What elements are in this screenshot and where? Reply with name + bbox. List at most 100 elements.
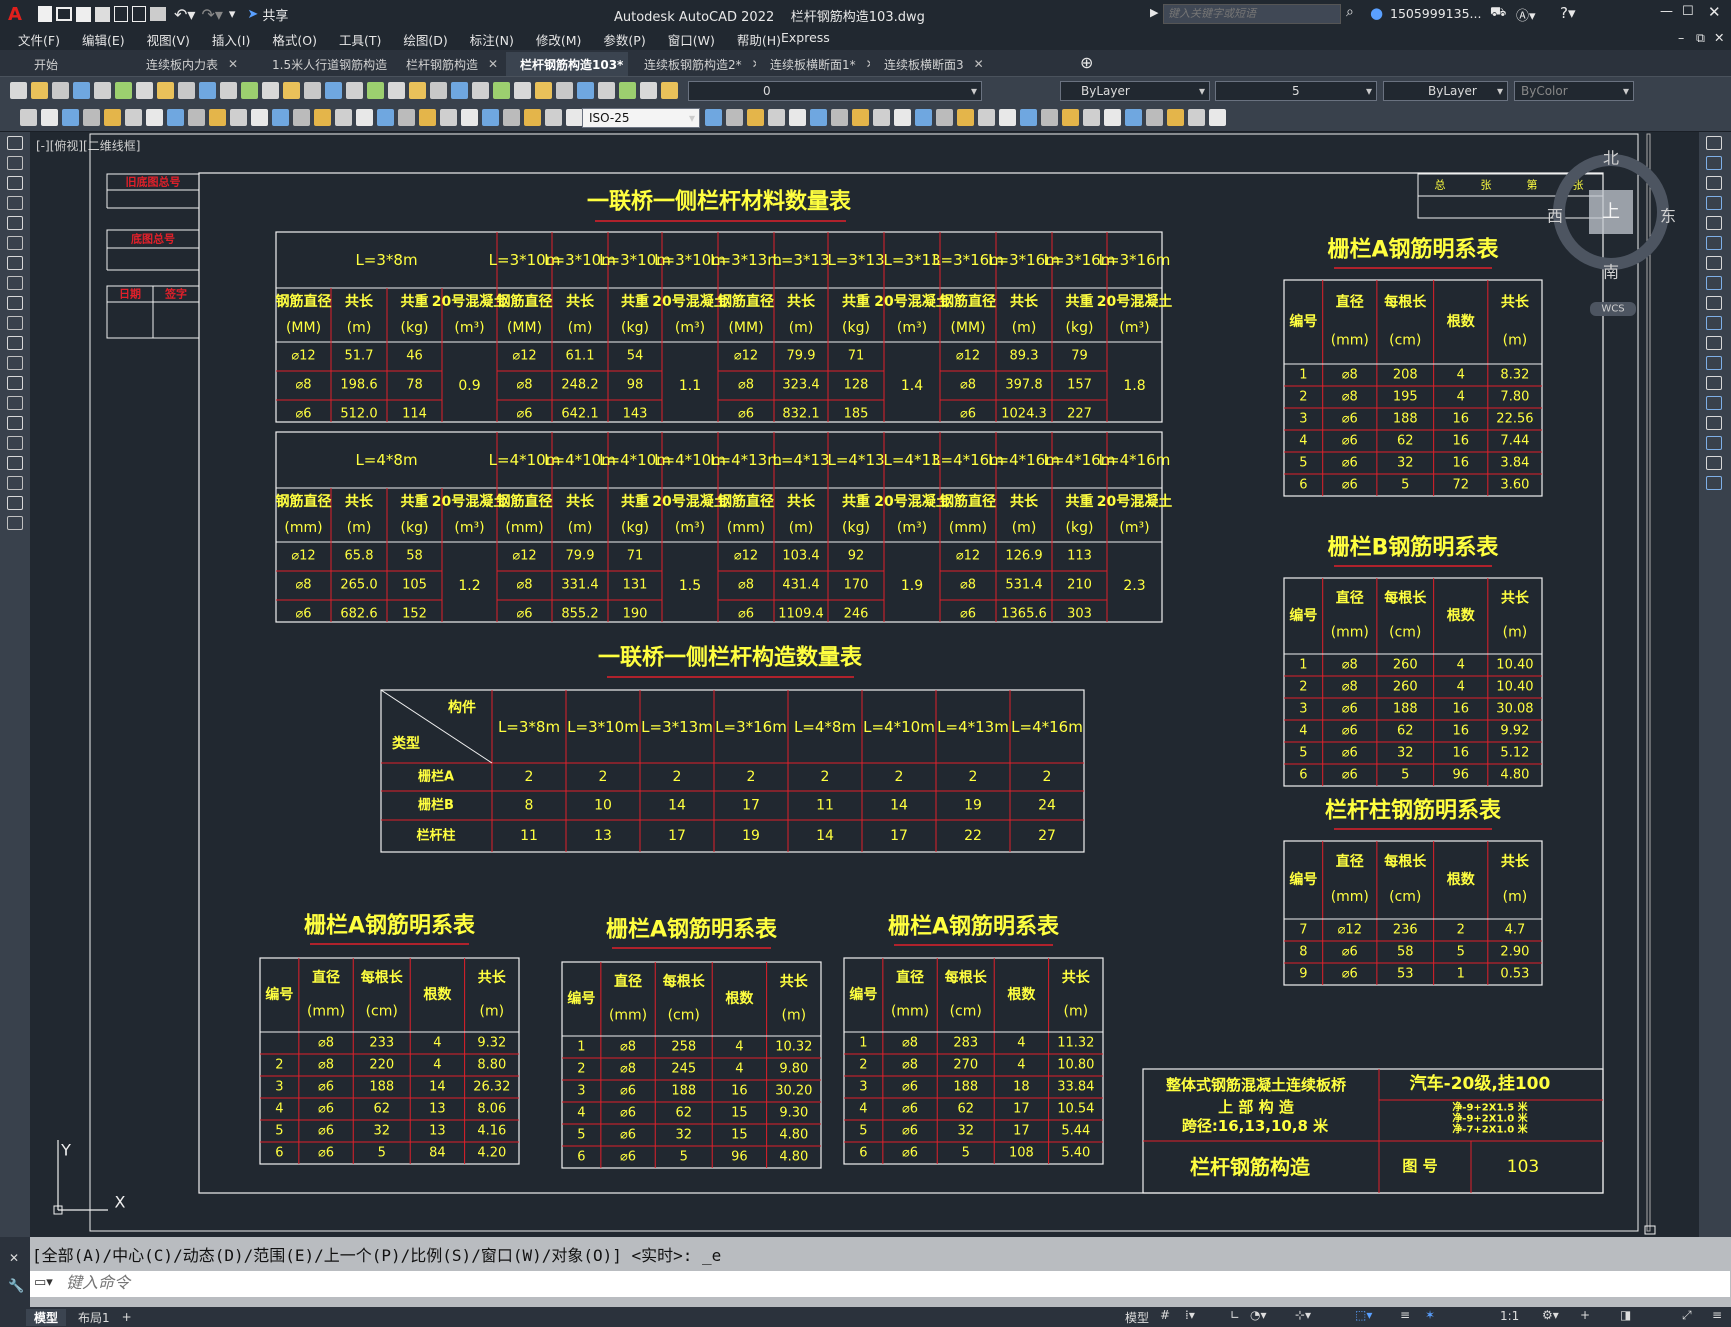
- toolbar-icon[interactable]: [178, 82, 195, 99]
- command-prompt-icon[interactable]: ▭▾: [34, 1275, 53, 1290]
- toolbar-icon[interactable]: [272, 109, 289, 126]
- toolbar-icon[interactable]: [157, 82, 174, 99]
- osnap-icon[interactable]: ⊹▾: [1295, 1308, 1311, 1322]
- toolbar-icon[interactable]: [598, 82, 615, 99]
- tool-icon[interactable]: [1706, 236, 1722, 250]
- menu-item-1[interactable]: 编辑(E): [82, 30, 125, 49]
- tool-icon[interactable]: [1706, 276, 1722, 290]
- toolbar-icon[interactable]: [747, 109, 764, 126]
- menu-item-8[interactable]: 修改(M): [536, 30, 582, 49]
- tool-icon[interactable]: [7, 476, 23, 490]
- customize-icon[interactable]: ▾: [229, 7, 236, 22]
- toolbar-icon[interactable]: [661, 82, 678, 99]
- toolbar-icon[interactable]: [524, 109, 541, 126]
- toolbar-icon[interactable]: [146, 109, 163, 126]
- toolbar-icon[interactable]: [314, 109, 331, 126]
- save-icon[interactable]: [76, 6, 91, 22]
- toolbar-icon[interactable]: [640, 82, 657, 99]
- toolbar-icon[interactable]: [125, 109, 142, 126]
- doc-restore-icon[interactable]: ⧉: [1696, 30, 1705, 46]
- search-icon[interactable]: ⌕: [1346, 4, 1354, 20]
- menu-item-3[interactable]: 插入(I): [212, 30, 250, 49]
- new-tab-icon[interactable]: ⊕: [1080, 53, 1093, 72]
- toolbar-icon[interactable]: [915, 109, 932, 126]
- toolbar-icon[interactable]: [789, 109, 806, 126]
- toolbar-icon[interactable]: [440, 109, 457, 126]
- plus-icon[interactable]: +: [1580, 1308, 1590, 1322]
- toolbar-icon[interactable]: [20, 109, 37, 126]
- tool-icon[interactable]: [1706, 396, 1722, 410]
- new-icon[interactable]: [38, 6, 52, 22]
- toolbar-icon[interactable]: [451, 82, 468, 99]
- scale-button[interactable]: 1:1: [1500, 1309, 1519, 1323]
- tool-icon[interactable]: [1706, 476, 1722, 490]
- toolbar-icon[interactable]: [41, 109, 58, 126]
- toolbar-icon[interactable]: [346, 82, 363, 99]
- toolbar-icon[interactable]: [430, 82, 447, 99]
- menu-item-11[interactable]: 帮助(H): [737, 30, 781, 49]
- menu-item-12[interactable]: Express: [781, 30, 830, 49]
- toolbar-icon[interactable]: [409, 82, 426, 99]
- add-layout-tab[interactable]: +: [122, 1310, 132, 1324]
- tab-close-icon[interactable]: ✕: [228, 57, 238, 71]
- layer-dropdown[interactable]: 0: [688, 81, 982, 101]
- menu-item-6[interactable]: 绘图(D): [403, 30, 447, 49]
- toolbar-icon[interactable]: [62, 109, 79, 126]
- tool-icon[interactable]: [7, 296, 23, 310]
- toolbar-icon[interactable]: [472, 82, 489, 99]
- tool-icon[interactable]: [7, 216, 23, 230]
- command-customize-icon[interactable]: 🔧: [8, 1279, 24, 1294]
- toolbar-icon[interactable]: [957, 109, 974, 126]
- tab-close-icon[interactable]: ✕: [488, 57, 498, 71]
- help-icon[interactable]: ?▾: [1560, 4, 1576, 22]
- fullscreen-icon[interactable]: ⤢: [1682, 1308, 1692, 1323]
- toolbar-icon[interactable]: [936, 109, 953, 126]
- toolbar-icon[interactable]: [367, 82, 384, 99]
- tool-icon[interactable]: [1706, 436, 1722, 450]
- toolbar-icon[interactable]: [726, 109, 743, 126]
- minimize-icon[interactable]: —: [1660, 4, 1673, 19]
- tool-icon[interactable]: [1706, 336, 1722, 350]
- tool-icon[interactable]: [7, 276, 23, 290]
- autodesk-icon[interactable]: Ⓐ▾: [1516, 5, 1536, 24]
- toolbar-icon[interactable]: [894, 109, 911, 126]
- tool-icon[interactable]: [7, 396, 23, 410]
- toolbar-icon[interactable]: [419, 109, 436, 126]
- toolbar-icon[interactable]: [335, 109, 352, 126]
- menu-item-0[interactable]: 文件(F): [18, 30, 60, 49]
- toolbar-icon[interactable]: [230, 109, 247, 126]
- toolbar-icon[interactable]: [251, 109, 268, 126]
- tool-icon[interactable]: [7, 196, 23, 210]
- linetype-dropdown[interactable]: 5: [1215, 81, 1377, 101]
- toolbar-icon[interactable]: [535, 82, 552, 99]
- toolbar-icon[interactable]: [167, 109, 184, 126]
- tool-icon[interactable]: [1706, 296, 1722, 310]
- toolbar-icon[interactable]: [241, 82, 258, 99]
- share-button[interactable]: ➤ 共享: [247, 5, 288, 24]
- tool-icon[interactable]: [1706, 356, 1722, 370]
- menu-item-10[interactable]: 窗口(W): [668, 30, 715, 49]
- doc-minimize-icon[interactable]: –: [1678, 30, 1684, 45]
- tool-icon[interactable]: [7, 236, 23, 250]
- toolbar-icon[interactable]: [810, 109, 827, 126]
- toolbar-icon[interactable]: [1188, 109, 1205, 126]
- statusbar-menu-icon[interactable]: ≡: [1712, 1308, 1722, 1322]
- model-tab[interactable]: 模型: [26, 1308, 67, 1326]
- toolbar-icon[interactable]: [115, 82, 132, 99]
- app-logo[interactable]: A: [8, 4, 36, 25]
- tool-icon[interactable]: [1706, 416, 1722, 430]
- drawing-canvas[interactable]: [-][俯视][二维线框] 旧底图总号 底图总号 日期 签字总张第张一联桥一侧栏杆材料数…: [30, 132, 1699, 1237]
- toolbar-icon[interactable]: [577, 82, 594, 99]
- toolbar-icon[interactable]: [831, 109, 848, 126]
- file-tab-0[interactable]: 开始: [20, 52, 130, 76]
- toolbar-icon[interactable]: [209, 109, 226, 126]
- toolbar-icon[interactable]: [493, 82, 510, 99]
- open-icon[interactable]: [56, 7, 72, 21]
- tab-close-icon[interactable]: ✕: [974, 57, 984, 71]
- close-icon[interactable]: ✕: [1708, 3, 1721, 21]
- polar-icon[interactable]: ◔▾: [1250, 1308, 1267, 1322]
- selection-icon[interactable]: ⬚▾: [1355, 1308, 1372, 1322]
- redo-icon[interactable]: ↷▾: [201, 5, 222, 24]
- maximize-icon[interactable]: ☐: [1682, 4, 1694, 19]
- tool-icon[interactable]: [7, 176, 23, 190]
